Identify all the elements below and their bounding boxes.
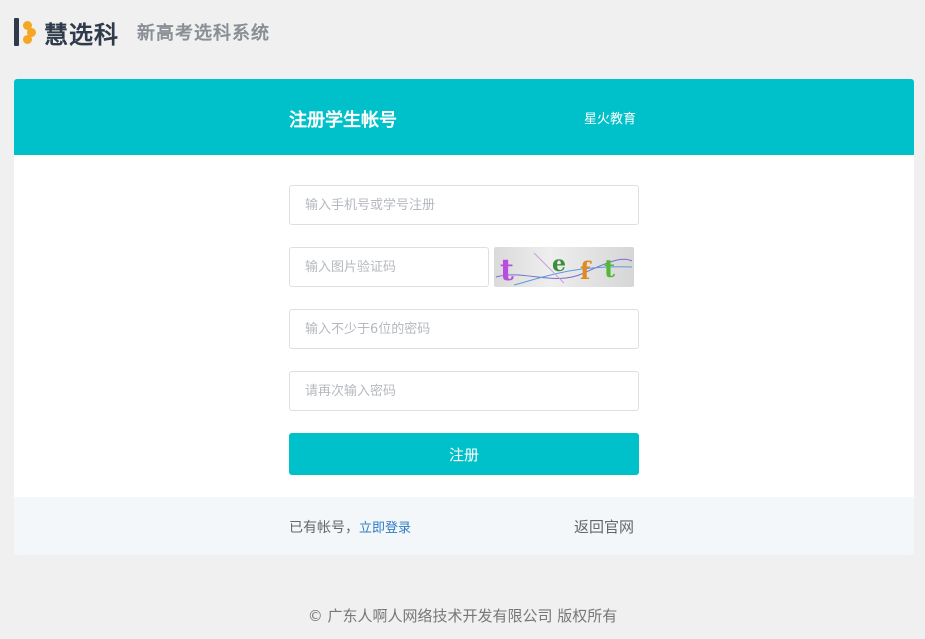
svg-text:t: t <box>604 254 615 283</box>
confirm-password-input[interactable] <box>289 371 639 411</box>
has-account-text: 已有帐号， <box>289 520 359 536</box>
card-header: 注册学生帐号 星火教育 <box>14 79 914 155</box>
copyright-text: © 广东人啊人网络技术开发有限公司 版权所有 <box>307 607 618 625</box>
register-button[interactable]: 注册 <box>289 433 639 475</box>
register-form: t e f t 注册 <box>289 185 639 475</box>
card-footer: 已有帐号，立即登录 返回官网 <box>14 497 914 555</box>
password-input[interactable] <box>289 309 639 349</box>
back-to-site-link[interactable]: 返回官网 <box>574 516 634 537</box>
brand-subtitle: 新高考选科系统 <box>137 23 270 44</box>
captcha-image[interactable]: t e f t <box>494 247 634 287</box>
login-prompt: 已有帐号，立即登录 <box>289 517 411 537</box>
svg-text:t: t <box>500 253 514 287</box>
login-link[interactable]: 立即登录 <box>359 521 411 536</box>
account-input[interactable] <box>289 185 639 225</box>
page-title: 注册学生帐号 <box>289 110 397 131</box>
brand-name: 慧选科 <box>44 20 119 49</box>
svg-text:e: e <box>552 251 566 277</box>
register-card: 注册学生帐号 星火教育 t e f t <box>14 79 914 555</box>
svg-text:f: f <box>580 256 592 285</box>
organization-name: 星火教育 <box>584 112 637 127</box>
header-brand: 慧选科 新高考选科系统 <box>14 14 270 50</box>
logo-icon <box>14 16 36 48</box>
captcha-input[interactable] <box>289 247 489 287</box>
